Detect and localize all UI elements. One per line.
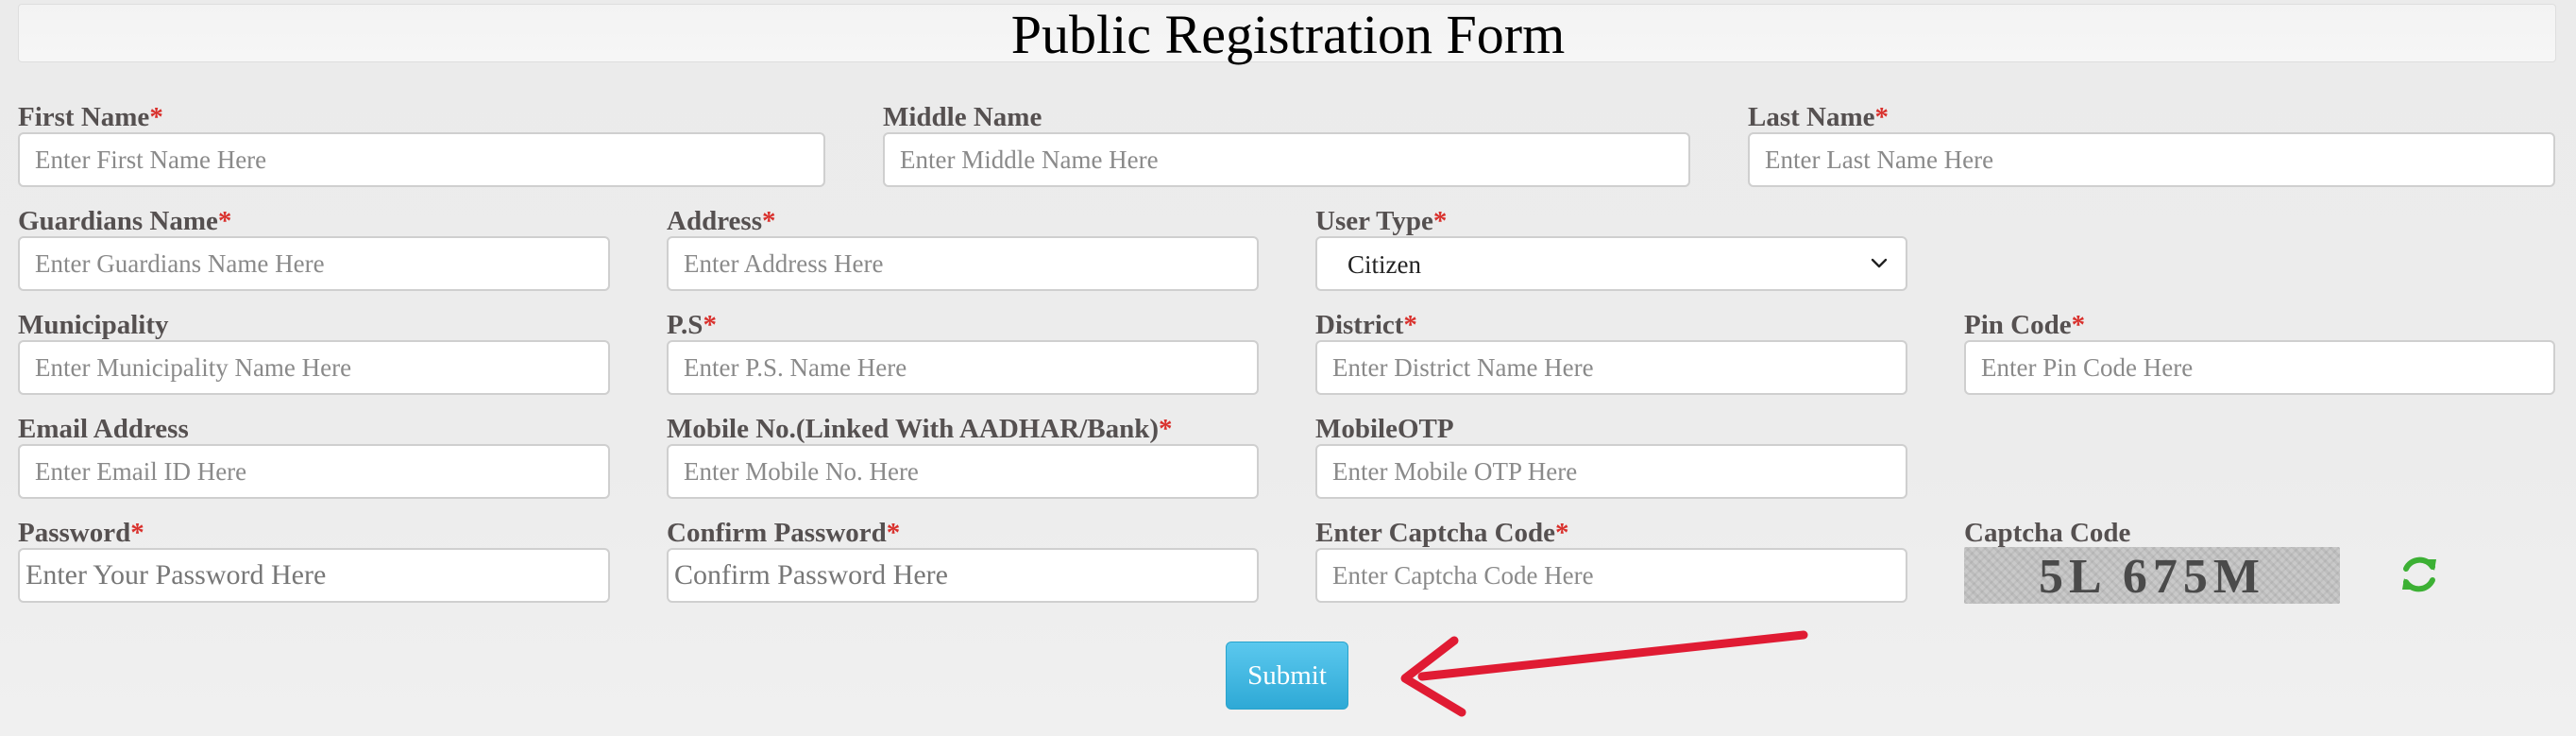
middle-name-input[interactable] — [883, 132, 1690, 187]
required-marker: * — [149, 102, 163, 132]
municipality-input[interactable] — [18, 340, 610, 395]
arrow-icon — [1400, 630, 1808, 717]
captcha-input-label: Enter Captcha Code* — [1315, 518, 1569, 548]
pin-code-input[interactable] — [1964, 340, 2555, 395]
address-input[interactable] — [667, 236, 1259, 291]
mobile-otp-input[interactable] — [1315, 444, 1907, 499]
mobile-otp-label: MobileOTP — [1315, 414, 1454, 444]
required-marker: * — [1874, 102, 1890, 132]
required-marker: * — [886, 518, 901, 548]
first-name-label: First Name* — [18, 102, 163, 132]
district-input[interactable] — [1315, 340, 1907, 395]
mobile-input[interactable] — [667, 444, 1259, 499]
address-label: Address* — [667, 206, 776, 236]
required-marker: * — [703, 310, 717, 340]
required-marker: * — [1403, 310, 1417, 340]
user-type-select[interactable]: Citizen — [1315, 236, 1907, 291]
required-marker: * — [130, 518, 144, 548]
user-type-value: Citizen — [1347, 250, 1421, 279]
required-marker: * — [1432, 206, 1448, 236]
captcha-code-input[interactable] — [1315, 548, 1907, 603]
mobile-label: Mobile No.(Linked With AADHAR/Bank)* — [667, 414, 1173, 444]
guardians-name-input[interactable] — [18, 236, 610, 291]
required-marker: * — [762, 206, 776, 236]
first-name-input[interactable] — [18, 132, 825, 187]
required-marker: * — [1159, 414, 1173, 444]
email-label: Email Address — [18, 414, 189, 444]
captcha-label: Captcha Code — [1964, 518, 2131, 548]
ps-label: P.S* — [667, 310, 717, 340]
confirm-password-label: Confirm Password* — [667, 518, 901, 548]
chevron-down-icon — [1871, 258, 1888, 268]
middle-name-label: Middle Name — [883, 102, 1042, 132]
municipality-label: Municipality — [18, 310, 169, 340]
captcha-text: 5L 675M — [2039, 550, 2265, 604]
password-input[interactable] — [18, 548, 610, 603]
pin-code-label: Pin Code* — [1964, 310, 2086, 340]
user-type-label: User Type* — [1315, 206, 1448, 236]
captcha-image: 5L 675M — [1964, 547, 2340, 604]
password-label: Password* — [18, 518, 144, 548]
district-label: District* — [1315, 310, 1417, 340]
email-input[interactable] — [18, 444, 610, 499]
required-marker: * — [1555, 518, 1569, 548]
last-name-label: Last Name* — [1748, 102, 1890, 132]
ps-input[interactable] — [667, 340, 1259, 395]
refresh-icon[interactable] — [2395, 550, 2444, 599]
confirm-password-input[interactable] — [667, 548, 1259, 603]
required-marker: * — [2071, 310, 2086, 340]
submit-button[interactable]: Submit — [1226, 642, 1348, 710]
required-marker: * — [217, 206, 232, 236]
last-name-input[interactable] — [1748, 132, 2555, 187]
page-title: Public Registration Form — [1010, 4, 1566, 65]
guardians-name-label: Guardians Name* — [18, 206, 232, 236]
